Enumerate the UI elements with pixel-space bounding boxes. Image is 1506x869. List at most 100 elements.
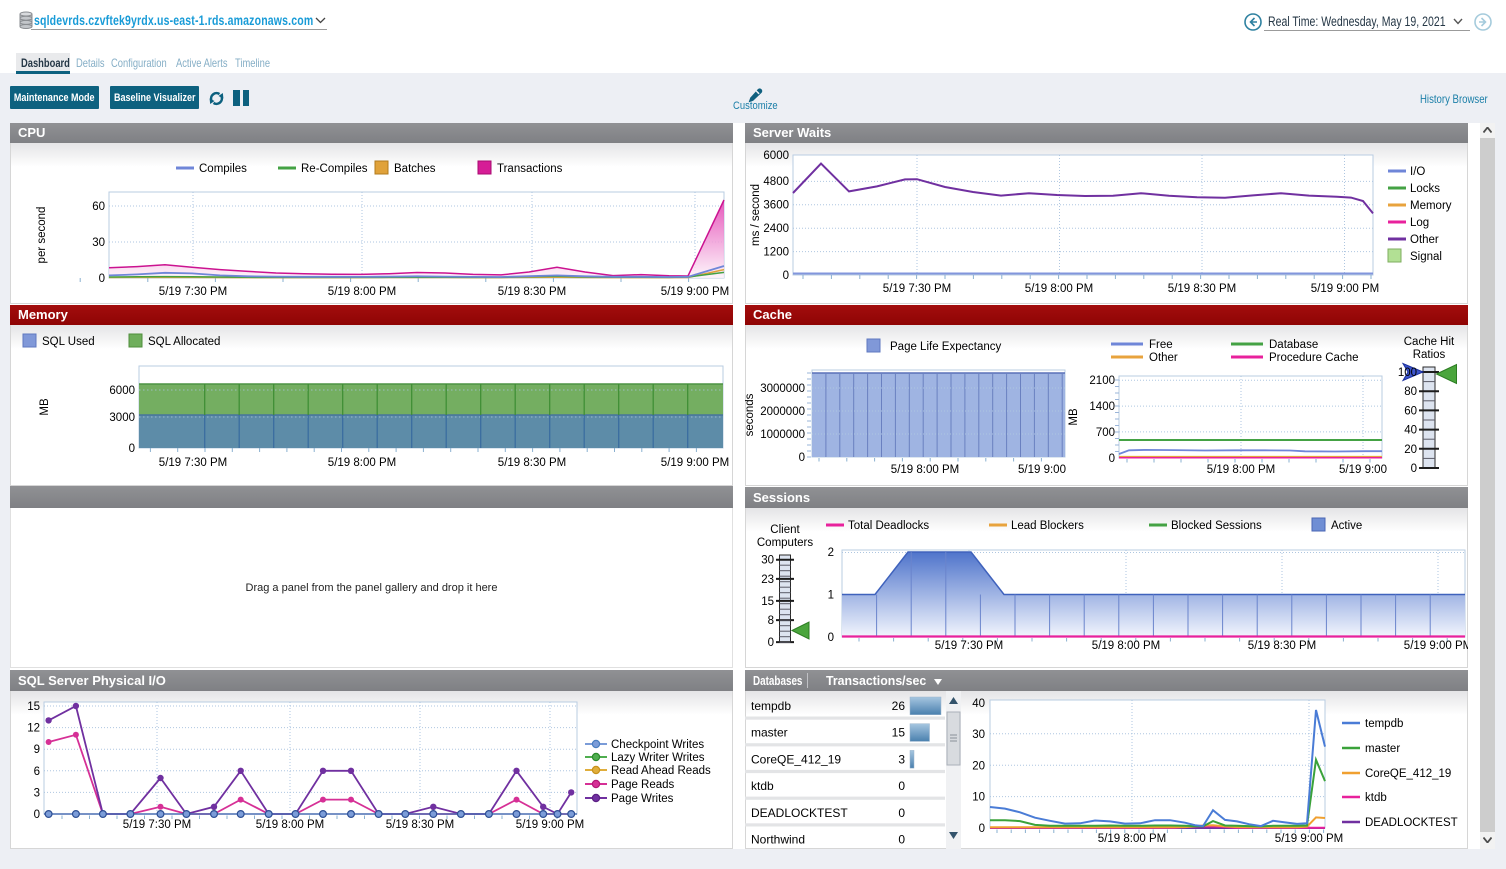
svg-text:60: 60	[92, 201, 105, 213]
svg-text:5/19 8:00 PM: 5/19 8:00 PM	[1092, 640, 1160, 652]
svg-text:5/19 8:30 PM: 5/19 8:30 PM	[1248, 640, 1316, 652]
svg-text:0: 0	[129, 443, 135, 455]
svg-text:Lazy Writer Writes: Lazy Writer Writes	[611, 752, 705, 764]
svg-text:5/19 9:00 PM: 5/19 9:00 PM	[661, 286, 729, 298]
svg-text:0: 0	[799, 452, 805, 464]
svg-text:12: 12	[27, 723, 40, 735]
svg-text:Procedure Cache: Procedure Cache	[1269, 352, 1359, 364]
svg-text:Active: Active	[1331, 520, 1362, 532]
svg-text:700: 700	[1096, 427, 1115, 439]
svg-text:0: 0	[898, 833, 905, 847]
svg-text:5/19 7:30 PM: 5/19 7:30 PM	[883, 283, 951, 295]
svg-text:5/19 9:00 PM: 5/19 9:00 PM	[516, 819, 584, 831]
svg-text:Batches: Batches	[394, 163, 436, 175]
svg-text:Free: Free	[1149, 339, 1173, 351]
svg-text:MB: MB	[39, 398, 51, 416]
svg-text:5/19 9:00 PM: 5/19 9:00 PM	[1404, 640, 1468, 652]
svg-text:40: 40	[972, 698, 985, 710]
svg-text:Blocked Sessions: Blocked Sessions	[1171, 520, 1262, 532]
svg-text:40: 40	[1404, 425, 1417, 437]
svg-text:9: 9	[34, 744, 40, 756]
svg-text:5/19 8:30 PM: 5/19 8:30 PM	[498, 457, 566, 469]
svg-text:30: 30	[761, 555, 774, 567]
svg-text:5/19 9:00: 5/19 9:00	[1018, 464, 1066, 476]
svg-text:100: 100	[1398, 367, 1417, 379]
svg-text:6000: 6000	[763, 150, 789, 162]
svg-text:Total Deadlocks: Total Deadlocks	[848, 520, 929, 532]
svg-text:Compiles: Compiles	[199, 163, 247, 175]
svg-text:3: 3	[34, 787, 40, 799]
svg-text:4800: 4800	[763, 176, 789, 188]
svg-text:Cache Hit: Cache Hit	[1404, 336, 1455, 348]
svg-text:5/19 8:00 PM: 5/19 8:00 PM	[1025, 283, 1093, 295]
svg-text:8: 8	[768, 615, 774, 627]
svg-text:Page Writes: Page Writes	[611, 793, 674, 805]
svg-text:23: 23	[761, 574, 774, 586]
svg-text:15: 15	[892, 726, 906, 740]
svg-text:5/19 7:30 PM: 5/19 7:30 PM	[159, 286, 227, 298]
svg-text:0: 0	[783, 270, 789, 282]
svg-text:I/O: I/O	[1410, 166, 1425, 178]
svg-text:DEADLOCKTEST: DEADLOCKTEST	[1365, 817, 1458, 829]
svg-text:1: 1	[828, 590, 834, 602]
svg-text:30: 30	[972, 729, 985, 741]
svg-text:2000000: 2000000	[760, 406, 805, 418]
svg-text:5/19 7:30 PM: 5/19 7:30 PM	[123, 819, 191, 831]
svg-text:3600: 3600	[763, 200, 789, 212]
svg-text:60: 60	[1404, 405, 1417, 417]
svg-text:10: 10	[972, 792, 985, 804]
svg-text:1400: 1400	[1089, 401, 1115, 413]
svg-text:1200: 1200	[763, 247, 789, 259]
svg-text:5/19 8:00 PM: 5/19 8:00 PM	[328, 457, 396, 469]
svg-text:Page Reads: Page Reads	[611, 779, 675, 791]
svg-text:tempdb: tempdb	[1365, 718, 1403, 730]
svg-text:2100: 2100	[1089, 375, 1115, 387]
svg-text:master: master	[1365, 743, 1400, 755]
svg-text:0: 0	[1109, 453, 1115, 465]
svg-text:ms / second: ms / second	[750, 184, 762, 246]
svg-text:0: 0	[768, 637, 774, 649]
svg-text:5/19 9:00: 5/19 9:00	[1339, 464, 1387, 476]
svg-text:SQL Used: SQL Used	[42, 336, 95, 348]
svg-text:ktdb: ktdb	[751, 779, 774, 793]
svg-text:5/19 9:00 PM: 5/19 9:00 PM	[661, 457, 729, 469]
svg-text:3000: 3000	[109, 412, 135, 424]
svg-text:5/19 8:30 PM: 5/19 8:30 PM	[1168, 283, 1236, 295]
svg-text:Checkpoint Writes: Checkpoint Writes	[611, 739, 704, 751]
svg-text:5/19 8:00 PM: 5/19 8:00 PM	[891, 464, 959, 476]
svg-text:Signal: Signal	[1410, 251, 1442, 263]
svg-text:tempdb: tempdb	[751, 699, 791, 713]
svg-text:SQL Allocated: SQL Allocated	[148, 336, 220, 348]
svg-text:Page Life Expectancy: Page Life Expectancy	[890, 341, 1001, 353]
svg-text:6: 6	[34, 766, 40, 778]
svg-text:5/19 9:00 PM: 5/19 9:00 PM	[1275, 833, 1343, 845]
svg-text:Re-Compiles: Re-Compiles	[301, 163, 368, 175]
svg-text:Ratios: Ratios	[1413, 349, 1446, 361]
svg-text:0: 0	[1411, 463, 1417, 475]
svg-text:5/19 8:00 PM: 5/19 8:00 PM	[328, 286, 396, 298]
svg-text:Read Ahead Reads: Read Ahead Reads	[611, 765, 711, 777]
svg-text:2: 2	[828, 547, 834, 559]
svg-text:5/19 7:30 PM: 5/19 7:30 PM	[935, 640, 1003, 652]
svg-text:1000000: 1000000	[760, 429, 805, 441]
svg-text:Memory: Memory	[1410, 200, 1452, 212]
svg-text:0: 0	[898, 779, 905, 793]
svg-text:15: 15	[761, 596, 774, 608]
svg-text:Other: Other	[1410, 234, 1439, 246]
svg-text:26: 26	[892, 699, 906, 713]
svg-text:Log: Log	[1410, 217, 1429, 229]
svg-text:0: 0	[979, 823, 985, 835]
svg-text:30: 30	[92, 237, 105, 249]
svg-text:2400: 2400	[763, 223, 789, 235]
svg-text:5/19 8:30 PM: 5/19 8:30 PM	[498, 286, 566, 298]
svg-text:seconds: seconds	[745, 393, 756, 436]
svg-text:Computers: Computers	[757, 537, 813, 549]
svg-text:20: 20	[972, 760, 985, 772]
svg-text:5/19 8:00 PM: 5/19 8:00 PM	[256, 819, 324, 831]
svg-text:20: 20	[1404, 444, 1417, 456]
svg-text:0: 0	[34, 809, 40, 821]
svg-text:CoreQE_412_19: CoreQE_412_19	[1365, 768, 1451, 780]
svg-text:Lead Blockers: Lead Blockers	[1011, 520, 1084, 532]
svg-text:5/19 8:00 PM: 5/19 8:00 PM	[1207, 464, 1275, 476]
svg-text:CoreQE_412_19: CoreQE_412_19	[751, 752, 841, 766]
